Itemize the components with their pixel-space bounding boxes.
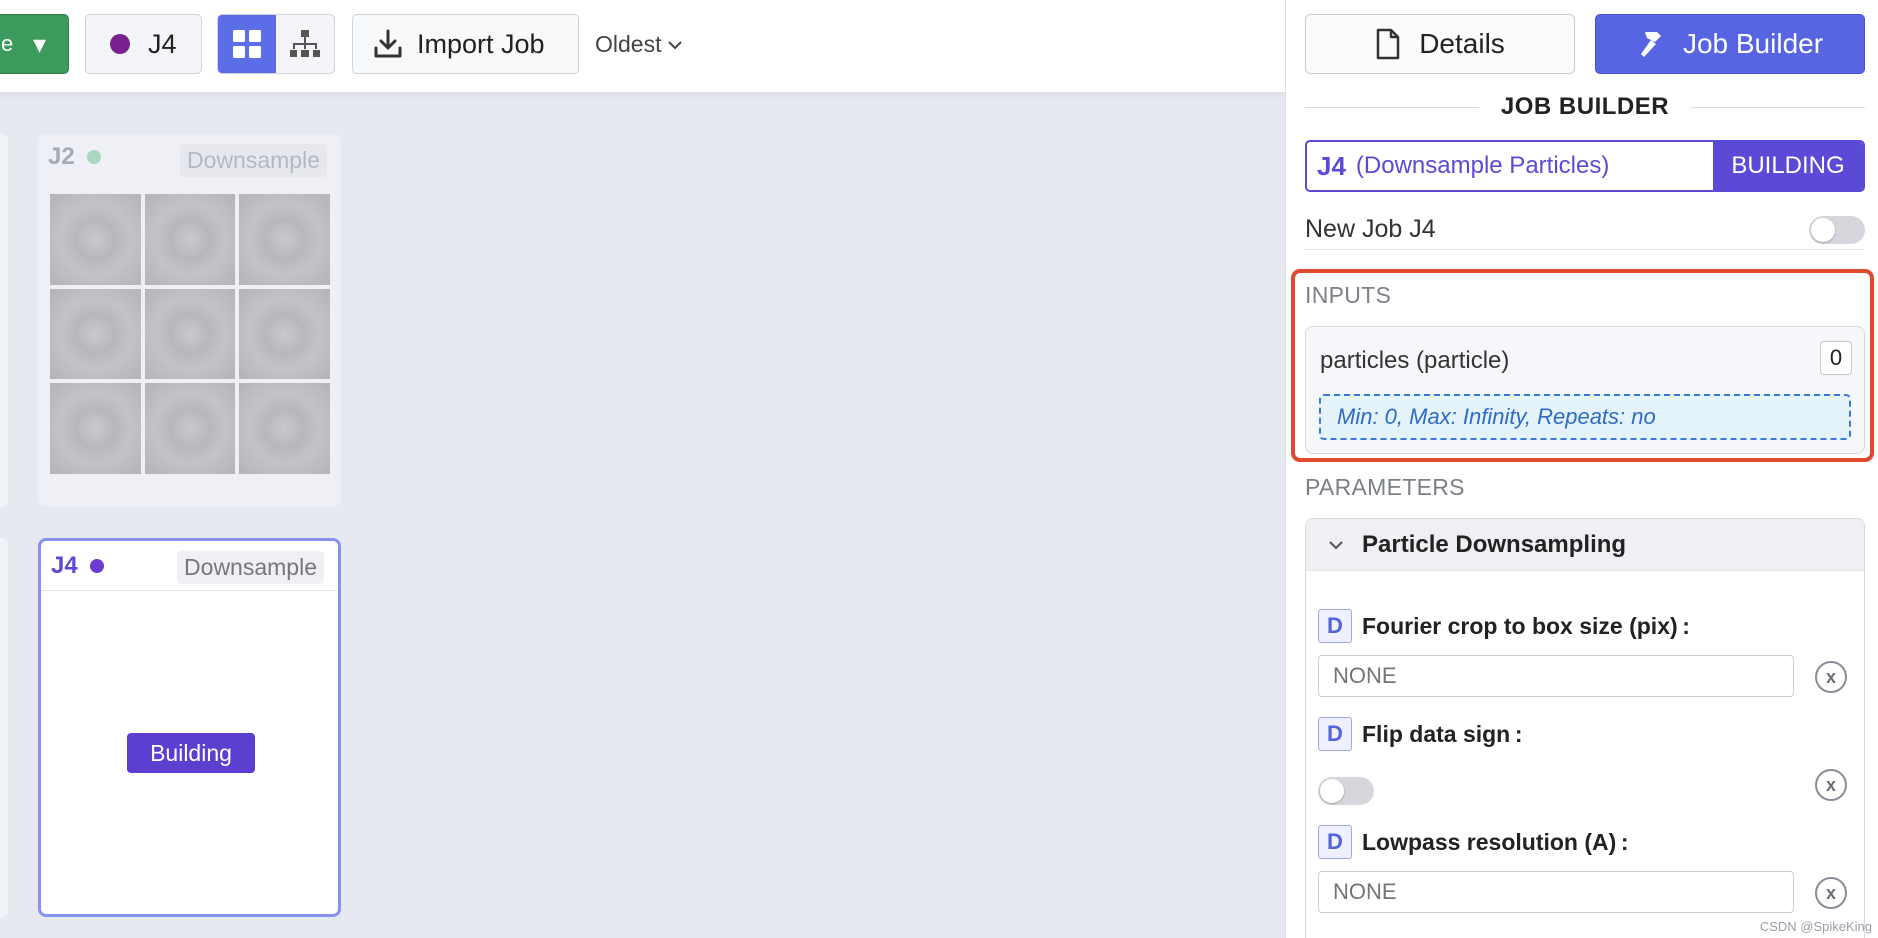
new-job-label: New Job J4 (1305, 215, 1436, 243)
job-id: J4 (51, 551, 78, 579)
download-icon (374, 29, 402, 58)
particle-thumbnail (239, 383, 330, 474)
job-status-dot (86, 149, 101, 164)
lowpass-resolution-input[interactable] (1318, 871, 1794, 913)
sort-label: Oldest (595, 31, 662, 57)
neighbor-card-edge (0, 134, 8, 507)
param-lowpass-resolution: D Lowpass resolution (A) : x (1318, 825, 1858, 913)
param-label-row: D Flip data sign : (1318, 717, 1858, 751)
chevron-down-icon (668, 40, 683, 49)
default-badge: D (1318, 717, 1352, 751)
particle-thumbnail-grid (50, 194, 330, 474)
job-name: J4 (Downsample Particles) (1307, 142, 1713, 190)
clear-param-button[interactable]: x (1815, 877, 1847, 909)
input-count-badge: 0 (1820, 341, 1852, 375)
job-type-badge: Downsample (180, 144, 327, 177)
tree-view-button[interactable] (276, 15, 334, 73)
card-header: J2 Downsample (38, 134, 341, 179)
input-slot-title: particles (particle) (1320, 347, 1510, 374)
chevron-down-icon (1329, 540, 1343, 549)
default-badge: D (1318, 609, 1352, 643)
default-badge: D (1318, 825, 1352, 859)
building-job-id: J4 (1317, 150, 1346, 181)
particle-thumbnail (239, 288, 330, 380)
neighbor-card-edge (0, 538, 8, 917)
param-flip-data-sign: D Flip data sign : x (1318, 717, 1858, 805)
toolbar: e ▾ J4 Import Job Oldest (0, 0, 1285, 93)
current-job-label: J4 (148, 28, 177, 59)
divider (1305, 106, 1479, 108)
particle-thumbnail (144, 288, 236, 380)
param-label-row: D Fourier crop to box size (pix) : (1318, 609, 1858, 643)
job-builder-heading: JOB BUILDER (1500, 93, 1670, 120)
job-card-j4[interactable]: J4 Downsample Building (38, 538, 341, 917)
particle-thumbnail (50, 288, 141, 380)
param-label: Fourier crop to box size (pix) : (1362, 612, 1690, 639)
import-job-button[interactable]: Import Job (352, 14, 579, 74)
watermark: CSDN @SpikeKing (1759, 919, 1872, 934)
queue-split-button[interactable]: e ▾ (0, 14, 69, 74)
divider (1691, 106, 1865, 108)
job-status-dot (89, 558, 104, 573)
view-toggle (217, 14, 335, 74)
param-label: Flip data sign : (1362, 720, 1523, 747)
building-job-name: (Downsample Particles) (1355, 152, 1610, 179)
flip-data-sign-toggle[interactable] (1318, 777, 1374, 805)
param-label: Lowpass resolution (A) : (1362, 828, 1629, 855)
tree-icon (290, 30, 320, 57)
job-builder-tab-button[interactable]: Job Builder (1595, 14, 1865, 74)
job-builder-label: Job Builder (1682, 28, 1824, 59)
parameter-group-title: Particle Downsampling (1362, 530, 1627, 558)
job-builder-panel: Details Job Builder JOB BUILDER J4 (Down… (1285, 0, 1878, 938)
inputs-heading: INPUTS (1305, 282, 1392, 308)
grid-view-button[interactable] (218, 15, 276, 73)
param-label-row: D Lowpass resolution (A) : (1318, 825, 1858, 859)
queue-button-fragment[interactable]: e (1, 31, 13, 57)
param-fourier-crop: D Fourier crop to box size (pix) : x (1318, 609, 1858, 697)
building-status-badge: Building (127, 733, 255, 773)
input-slot-card[interactable]: particles (particle) 0 Min: 0, Max: Infi… (1305, 326, 1865, 454)
section-title: JOB BUILDER (1305, 92, 1865, 122)
building-job-field: J4 (Downsample Particles) BUILDING (1305, 140, 1865, 192)
document-icon (1376, 28, 1400, 60)
building-status-label: BUILDING (1713, 142, 1863, 190)
parameter-group-header[interactable]: Particle Downsampling (1306, 519, 1864, 571)
new-job-toggle[interactable] (1809, 215, 1865, 244)
parameters-heading: PARAMETERS (1305, 474, 1465, 500)
clear-param-button[interactable]: x (1815, 769, 1847, 801)
hammer-icon (1640, 32, 1661, 57)
job-status-dot (110, 34, 130, 54)
clear-param-button[interactable]: x (1815, 661, 1847, 693)
sort-dropdown[interactable]: Oldest (595, 31, 683, 58)
job-id: J2 (48, 142, 75, 170)
current-job-button[interactable]: J4 (85, 14, 202, 74)
chevron-down-icon[interactable]: ▾ (33, 29, 46, 60)
card-header: J4 Downsample (41, 541, 338, 591)
import-job-label: Import Job (417, 28, 545, 59)
job-type-badge: Downsample (177, 551, 324, 584)
new-job-row: New Job J4 (1305, 210, 1865, 250)
particle-thumbnail (144, 383, 236, 474)
grid-icon (233, 30, 261, 58)
particle-thumbnail (144, 194, 236, 285)
fourier-crop-input[interactable] (1318, 655, 1794, 697)
input-drop-zone[interactable]: Min: 0, Max: Infinity, Repeats: no (1319, 394, 1851, 440)
parameter-group-card: Particle Downsampling D Fourier crop to … (1305, 518, 1865, 938)
job-card-j2[interactable]: J2 Downsample (38, 134, 341, 507)
particle-thumbnail (50, 194, 141, 285)
details-label: Details (1419, 28, 1505, 59)
details-tab-button[interactable]: Details (1305, 14, 1575, 74)
particle-thumbnail (50, 383, 141, 474)
particle-thumbnail (239, 194, 330, 285)
